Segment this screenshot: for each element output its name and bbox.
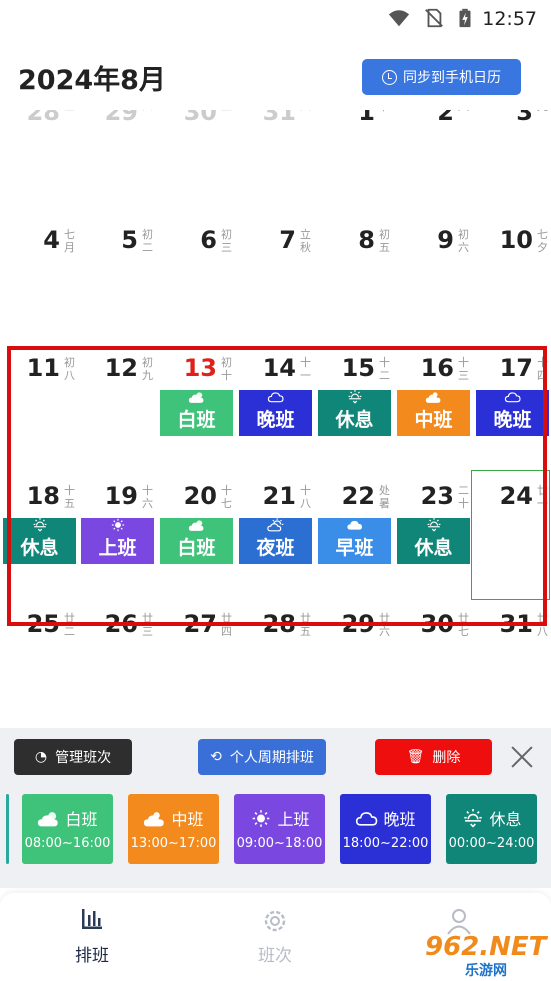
day-number: 8 (358, 226, 375, 254)
day-number: 1 (358, 110, 375, 126)
watermark-subtext: 乐游网 (465, 963, 507, 979)
shift-card[interactable]: 上班 09:00~18:00 (234, 794, 325, 864)
shift-card[interactable]: 晚班 18:00~22:00 (340, 794, 431, 864)
shift-card-time: 00:00~24:00 (448, 836, 535, 851)
calendar-day[interactable]: 7 立秋 (236, 226, 314, 354)
lunar-date: 立秋 (300, 228, 311, 254)
lunar-date: 八 (457, 110, 470, 113)
lunar-date: 九 (536, 110, 549, 113)
day-number: 29 (104, 110, 138, 126)
calendar-day[interactable]: 8 初五 (315, 226, 393, 354)
shift-card[interactable]: 白班 08:00~16:00 (22, 794, 113, 864)
sunset-icon (464, 809, 483, 828)
no-sim-icon (425, 8, 443, 28)
personal-cycle-label: 个人周期排班 (229, 750, 314, 766)
status-bar: 12:57 (0, 0, 551, 38)
watermark-logo: 962.NET 乐游网 (415, 932, 547, 979)
calendar-day[interactable]: 29四 (78, 110, 156, 226)
lunar-date: 初二 (142, 228, 153, 254)
calendar-day[interactable]: 10 七夕 (473, 226, 551, 354)
cloud-sun-icon (144, 812, 165, 827)
day-number: 4 (43, 226, 60, 254)
day-number: 10 (499, 226, 533, 254)
shift-card-name: 中班 (128, 806, 219, 830)
shift-card-name: 白班 (22, 806, 113, 830)
trash-icon: 🗑 (406, 749, 425, 765)
calendar-day[interactable]: 3九 (473, 110, 551, 226)
lunar-date: 初五 (379, 228, 390, 254)
calendar-day[interactable]: 9 初六 (394, 226, 472, 354)
day-number: 6 (200, 226, 217, 254)
wifi-icon (388, 10, 410, 27)
lunar-date: 七月 (64, 228, 75, 254)
day-number: 3 (516, 110, 533, 126)
close-icon[interactable] (507, 742, 537, 772)
delete-label: 删除 (432, 750, 461, 766)
sun-icon (253, 810, 270, 827)
lunar-date: 七夕 (537, 228, 548, 254)
lunar-date: 初三 (221, 228, 232, 254)
shift-card-time: 18:00~22:00 (342, 836, 429, 851)
day-number: 31 (262, 110, 296, 126)
shift-card-time: 08:00~16:00 (24, 836, 111, 851)
day-number: 9 (437, 226, 454, 254)
clock-icon (382, 69, 397, 85)
person-icon (447, 909, 471, 935)
tab-shifts-label: 班次 (258, 946, 292, 966)
lunar-date: 六 (299, 110, 312, 113)
highlight-frame (7, 346, 547, 626)
watermark-text: 962.NET (425, 932, 547, 962)
status-time: 12:57 (482, 8, 537, 30)
sync-calendar-button[interactable]: 同步到手机日历 (362, 59, 521, 95)
calendar-day[interactable]: 31六 (236, 110, 314, 226)
calendar-day[interactable]: 5 初二 (78, 226, 156, 354)
lunar-date: 节 (378, 110, 391, 113)
lunar-date: 三 (63, 110, 76, 113)
shift-card-name: 晚班 (340, 806, 431, 830)
day-number: 7 (279, 226, 296, 254)
manage-icon: ◔ (34, 749, 48, 765)
lunar-date: 初六 (458, 228, 469, 254)
calendar-day[interactable]: 6 初三 (157, 226, 235, 354)
scroll-edge-indicator (6, 794, 9, 864)
manage-shifts-button[interactable]: ◔ 管理班次 (14, 739, 132, 775)
calendar-day[interactable]: 4 七月 (0, 226, 78, 354)
day-number: 5 (121, 226, 138, 254)
calendar-day[interactable]: 1节 (315, 110, 393, 226)
delete-button[interactable]: 🗑 删除 (375, 739, 492, 775)
manage-shifts-label: 管理班次 (55, 750, 112, 766)
lunar-date: 四 (141, 110, 154, 113)
shift-card-time: 13:00~17:00 (130, 836, 217, 851)
cloud-icon (356, 812, 378, 826)
calendar-day[interactable]: 2八 (394, 110, 472, 226)
shift-card-name: 上班 (234, 806, 325, 830)
month-title: 2024年8月 (18, 65, 166, 96)
bar-chart-icon (82, 909, 102, 929)
lunar-date: 五 (220, 110, 233, 113)
tab-shifts[interactable]: 班次 (230, 907, 320, 966)
calendar-day[interactable]: 30五 (157, 110, 235, 226)
shift-card-name: 休息 (446, 806, 537, 830)
day-number: 30 (183, 110, 217, 126)
sync-calendar-label: 同步到手机日历 (403, 70, 501, 86)
repeat-icon: ⟲ (210, 749, 222, 765)
partly-sunny-icon (38, 812, 59, 827)
gear-icon (264, 910, 286, 932)
personal-cycle-button[interactable]: ⟲ 个人周期排班 (198, 739, 326, 775)
tab-schedule-label: 排班 (75, 946, 109, 966)
tab-schedule[interactable]: 排班 (47, 907, 137, 966)
shift-card[interactable]: 休息 00:00~24:00 (446, 794, 537, 864)
battery-charging-icon (459, 8, 471, 28)
shift-card[interactable]: 中班 13:00~17:00 (128, 794, 219, 864)
calendar-day[interactable]: 28三 (0, 110, 78, 226)
day-number: 28 (26, 110, 60, 126)
day-number: 2 (437, 110, 454, 126)
shift-card-time: 09:00~18:00 (236, 836, 323, 851)
